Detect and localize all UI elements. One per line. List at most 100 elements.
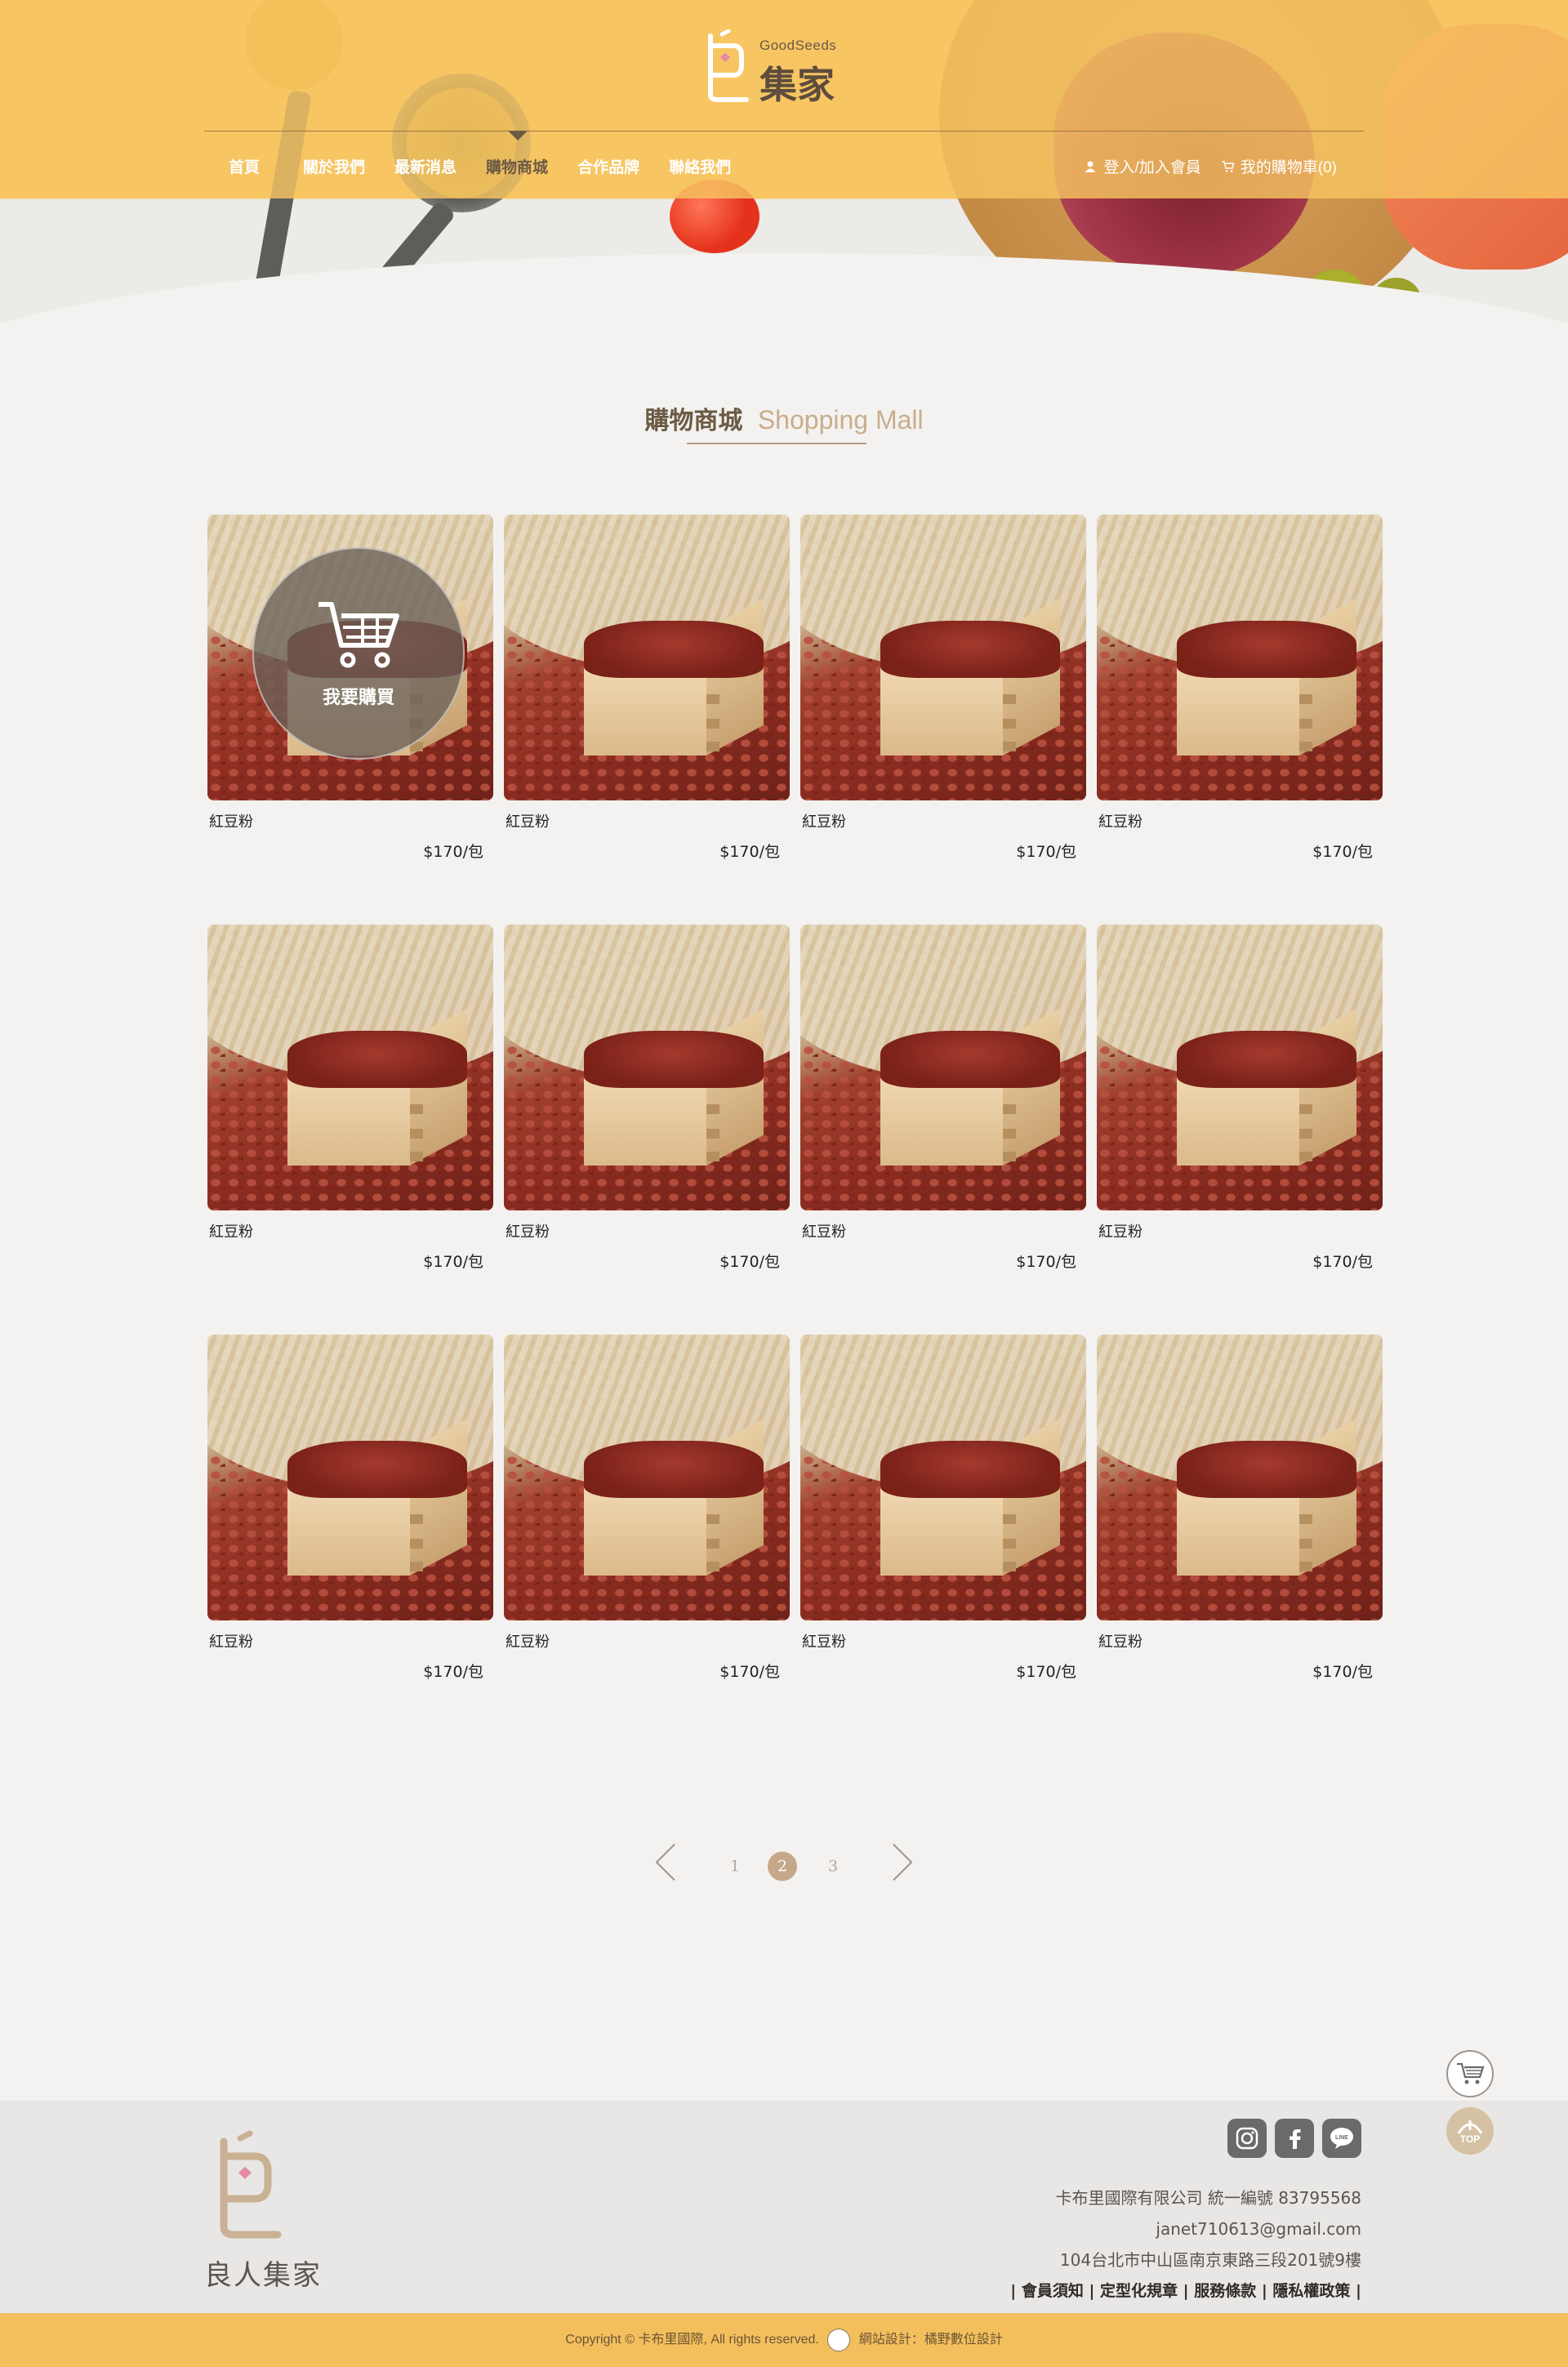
logo-mark-icon bbox=[708, 29, 749, 102]
box-joint bbox=[706, 1514, 719, 1524]
wooden-box bbox=[1177, 1416, 1356, 1580]
product-image[interactable]: 我要購買 bbox=[207, 515, 493, 800]
box-joint bbox=[706, 1129, 719, 1139]
designer-credit[interactable]: 網站設計：橘野數位設計 bbox=[859, 2333, 1003, 2347]
back-to-top-button[interactable]: TOP bbox=[1446, 2107, 1494, 2155]
page-1[interactable]: 1 bbox=[720, 1852, 750, 1881]
product-image[interactable] bbox=[800, 1335, 1086, 1620]
product-name[interactable]: 紅豆粉 bbox=[802, 1630, 846, 1652]
product-name[interactable]: 紅豆粉 bbox=[1098, 810, 1143, 831]
nav-partners[interactable]: 合作品牌 bbox=[577, 155, 639, 177]
product-card[interactable]: 紅豆粉 $170/包 bbox=[504, 925, 790, 1335]
nav-contact[interactable]: 聯絡我們 bbox=[669, 155, 731, 177]
box-joint bbox=[706, 694, 719, 704]
box-joint bbox=[410, 1152, 423, 1161]
product-name[interactable]: 紅豆粉 bbox=[802, 1220, 846, 1241]
product-price: $170/包 bbox=[1312, 1663, 1373, 1681]
product-name[interactable]: 紅豆粉 bbox=[506, 1630, 550, 1652]
product-image[interactable] bbox=[800, 925, 1086, 1210]
site-logo[interactable]: GoodSeeds 集家 bbox=[701, 29, 848, 111]
product-image[interactable] bbox=[504, 515, 790, 800]
product-card[interactable]: 我要購買 紅豆粉 $170/包 bbox=[207, 515, 493, 925]
box-joint bbox=[1003, 1129, 1016, 1139]
floating-cart-icon bbox=[1457, 2062, 1485, 2084]
product-card[interactable]: 紅豆粉 $170/包 bbox=[504, 515, 790, 925]
product-name[interactable]: 紅豆粉 bbox=[506, 1220, 550, 1241]
buy-now-overlay[interactable]: 我要購買 bbox=[252, 547, 465, 760]
product-image[interactable] bbox=[800, 515, 1086, 800]
product-name[interactable]: 紅豆粉 bbox=[1098, 1630, 1143, 1652]
product-card[interactable]: 紅豆粉 $170/包 bbox=[800, 515, 1086, 925]
nav-shop[interactable]: 購物商城 bbox=[486, 155, 548, 177]
product-card[interactable]: 紅豆粉 $170/包 bbox=[207, 1335, 493, 1745]
product-card[interactable]: 紅豆粉 $170/包 bbox=[800, 925, 1086, 1335]
box-beans bbox=[1177, 1031, 1356, 1088]
link-service-terms[interactable]: 服務條款 bbox=[1194, 2282, 1256, 2300]
product-card[interactable]: 紅豆粉 $170/包 bbox=[207, 925, 493, 1335]
product-name[interactable]: 紅豆粉 bbox=[209, 810, 253, 831]
wooden-box bbox=[1177, 1006, 1356, 1170]
logo-chinese: 集家 bbox=[760, 63, 835, 107]
facebook-icon[interactable] bbox=[1275, 2119, 1314, 2158]
nav-news[interactable]: 最新消息 bbox=[394, 155, 457, 177]
product-image[interactable] bbox=[207, 1335, 493, 1620]
wooden-box bbox=[584, 1416, 764, 1580]
box-joint bbox=[1299, 1129, 1312, 1139]
floating-cart-button[interactable] bbox=[1446, 2050, 1494, 2097]
box-joint bbox=[1299, 1104, 1312, 1114]
product-name[interactable]: 紅豆粉 bbox=[1098, 1220, 1143, 1241]
nav-about[interactable]: 關於我們 bbox=[303, 155, 365, 177]
product-price: $170/包 bbox=[1312, 843, 1373, 861]
product-card[interactable]: 紅豆粉 $170/包 bbox=[1097, 925, 1383, 1335]
page-2-current[interactable]: 2 bbox=[768, 1852, 797, 1881]
product-card[interactable]: 紅豆粉 $170/包 bbox=[504, 1335, 790, 1745]
product-name[interactable]: 紅豆粉 bbox=[506, 810, 550, 831]
title-underline bbox=[687, 443, 866, 444]
page-title-en: Shopping Mall bbox=[757, 405, 924, 435]
wooden-box bbox=[1177, 596, 1356, 760]
box-joint bbox=[706, 742, 719, 751]
next-page-icon[interactable] bbox=[890, 1843, 915, 1882]
page-3[interactable]: 3 bbox=[818, 1852, 848, 1881]
company-email[interactable]: janet710613@gmail.com bbox=[1010, 2213, 1361, 2244]
company-address: 104台北市中山區南京東路三段201號9樓 bbox=[1059, 2250, 1361, 2270]
product-image[interactable] bbox=[1097, 1335, 1383, 1620]
product-image[interactable] bbox=[1097, 515, 1383, 800]
page-title-zh: 購物商城 bbox=[644, 408, 743, 435]
box-joint bbox=[1299, 1514, 1312, 1524]
policy-links: | 會員須知 | 定型化規章 | 服務條款 | 隱私權政策 | bbox=[1010, 2282, 1361, 2300]
box-joint bbox=[706, 1562, 719, 1571]
product-image[interactable] bbox=[1097, 925, 1383, 1210]
nav-active-caret bbox=[508, 131, 528, 140]
cart-link[interactable]: 我的購物車(0) bbox=[1221, 155, 1337, 177]
product-price: $170/包 bbox=[719, 1663, 780, 1681]
prev-page-icon[interactable] bbox=[653, 1843, 678, 1882]
footer-brand-name: 良人集家 bbox=[204, 2259, 322, 2292]
product-card[interactable]: 紅豆粉 $170/包 bbox=[1097, 1335, 1383, 1745]
box-beans bbox=[880, 1031, 1060, 1088]
product-name[interactable]: 紅豆粉 bbox=[209, 1630, 253, 1652]
line-icon[interactable]: LINE bbox=[1322, 2119, 1361, 2158]
buy-now-label: 我要購買 bbox=[322, 687, 394, 707]
link-member-notice[interactable]: 會員須知 bbox=[1022, 2282, 1084, 2300]
product-name[interactable]: 紅豆粉 bbox=[209, 1220, 253, 1241]
nav-home[interactable]: 首頁 bbox=[229, 155, 260, 177]
footer: 良人集家 LINE 卡布里國際有限公司 統一編號 83795568 janet7… bbox=[0, 2101, 1568, 2313]
link-terms-regulation[interactable]: 定型化規章 bbox=[1100, 2282, 1178, 2300]
product-image[interactable] bbox=[207, 925, 493, 1210]
user-icon bbox=[1085, 161, 1096, 172]
product-price: $170/包 bbox=[423, 1253, 483, 1271]
copyright-text: Copyright © 卡布里國際, All rights reserved. bbox=[565, 2333, 819, 2347]
product-card[interactable]: 紅豆粉 $170/包 bbox=[800, 1335, 1086, 1745]
login-link[interactable]: 登入/加入會員 bbox=[1084, 155, 1201, 177]
product-image[interactable] bbox=[504, 1335, 790, 1620]
box-joint bbox=[1003, 1104, 1016, 1114]
product-card[interactable]: 紅豆粉 $170/包 bbox=[1097, 515, 1383, 925]
product-image[interactable] bbox=[504, 925, 790, 1210]
link-privacy-policy[interactable]: 隱私權政策 bbox=[1272, 2282, 1350, 2300]
wooden-box bbox=[584, 596, 764, 760]
instagram-icon[interactable] bbox=[1227, 2119, 1267, 2158]
box-joint bbox=[1003, 742, 1016, 751]
product-name[interactable]: 紅豆粉 bbox=[802, 810, 846, 831]
box-joint bbox=[1299, 1539, 1312, 1549]
